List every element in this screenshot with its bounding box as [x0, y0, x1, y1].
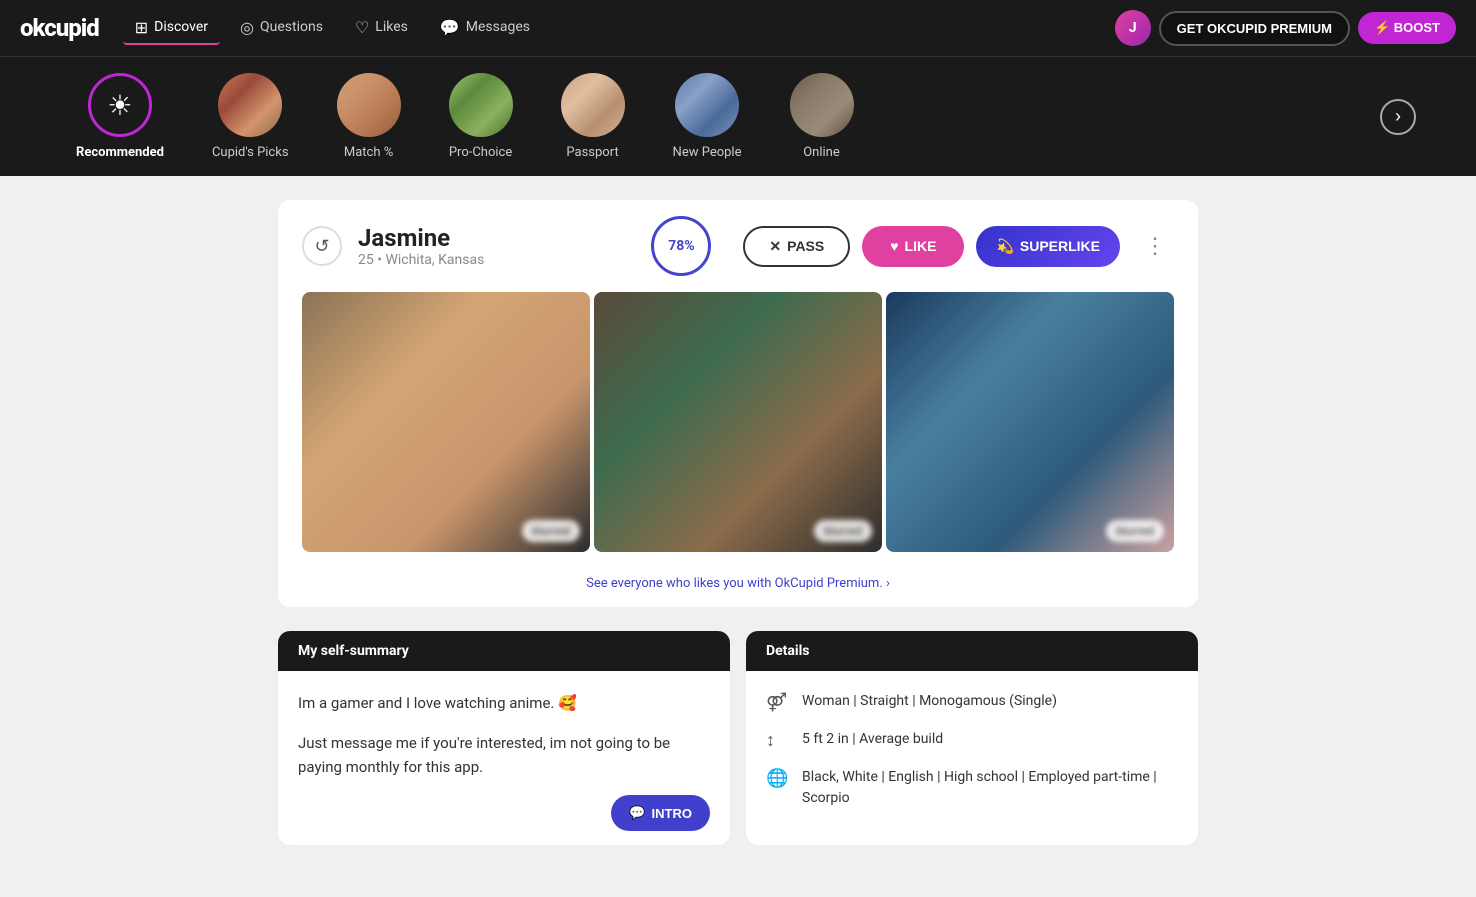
category-cupids-picks[interactable]: Cupid's Picks [196, 65, 305, 168]
pass-label: PASS [787, 238, 824, 254]
intro-label: INTRO [652, 806, 692, 821]
detail-row-height: ↕ 5 ft 2 in | Average build [766, 729, 1178, 751]
like-heart-icon: ♥ [890, 238, 898, 254]
nav-questions-label: Questions [260, 19, 323, 35]
category-pro-choice[interactable]: Pro-Choice [433, 65, 529, 168]
summary-line-1: Im a gamer and I love watching anime. 🥰 [298, 691, 710, 715]
height-text: 5 ft 2 in | Average build [802, 729, 943, 750]
cupids-picks-icon-wrap [218, 73, 282, 137]
category-recommended-label: Recommended [76, 145, 164, 160]
category-new-people-label: New People [673, 145, 742, 160]
category-online[interactable]: Online [774, 65, 870, 168]
like-button[interactable]: ♥ LIKE [862, 226, 964, 267]
superlike-button[interactable]: 💫 SUPERLIKE [976, 226, 1120, 267]
messages-icon: 💬 [440, 18, 460, 37]
undo-button[interactable]: ↺ [302, 226, 342, 266]
profile-age: 25 [358, 252, 374, 268]
profile-card: ↺ Jasmine 25 • Wichita, Kansas 78% ✕ PAS… [278, 200, 1198, 607]
nav-questions[interactable]: ◎ Questions [228, 12, 335, 45]
self-summary-body: Im a gamer and I love watching anime. 🥰 … [278, 671, 730, 815]
profile-name: Jasmine [358, 224, 635, 252]
self-summary-header: My self-summary [278, 631, 730, 671]
category-cupids-picks-label: Cupid's Picks [212, 145, 289, 160]
app-logo: okcupid [20, 14, 99, 42]
match-percent: 78% [668, 238, 694, 254]
profile-name-wrap: Jasmine 25 • Wichita, Kansas [358, 224, 635, 268]
profile-details-row: My self-summary Im a gamer and I love wa… [278, 631, 1198, 845]
photo-tag-2: blurred [814, 520, 872, 542]
intro-button[interactable]: 💬 INTRO [611, 795, 710, 831]
questions-icon: ◎ [240, 18, 254, 37]
profile-location: Wichita, Kansas [385, 252, 484, 268]
superlike-icon: 💫 [996, 238, 1013, 255]
like-label: LIKE [905, 238, 937, 254]
details-body: ⚤ Woman | Straight | Monogamous (Single)… [746, 671, 1198, 845]
category-online-label: Online [803, 145, 840, 160]
intro-chat-icon: 💬 [629, 805, 645, 821]
nav-likes[interactable]: ♡ Likes [343, 12, 420, 45]
boost-button[interactable]: ⚡ BOOST [1358, 12, 1456, 44]
self-summary-card: My self-summary Im a gamer and I love wa… [278, 631, 730, 845]
nav-discover-label: Discover [154, 19, 208, 35]
superlike-label: SUPERLIKE [1020, 238, 1100, 254]
category-new-people[interactable]: New People [657, 65, 758, 168]
premium-button[interactable]: GET OKCUPID PREMIUM [1159, 11, 1350, 46]
pro-choice-icon-wrap [449, 73, 513, 137]
orientation-icon: ⚤ [766, 692, 788, 713]
nav-likes-label: Likes [375, 19, 408, 35]
category-pro-choice-label: Pro-Choice [449, 145, 512, 160]
ethnicity-text: Black, White | English | High school | E… [802, 767, 1178, 809]
discover-icon: ⊞ [135, 18, 148, 37]
match-icon-wrap [337, 73, 401, 137]
passport-icon-wrap [561, 73, 625, 137]
profile-photo-1[interactable]: blurred [302, 292, 590, 552]
category-match[interactable]: Match % [321, 65, 417, 168]
nav-discover[interactable]: ⊞ Discover [123, 12, 220, 45]
profile-photo-3[interactable]: blurred [886, 292, 1174, 552]
nav-messages[interactable]: 💬 Messages [428, 12, 542, 45]
profile-photo-2[interactable]: blurred [594, 292, 882, 552]
details-header: Details [746, 631, 1198, 671]
recommended-icon-wrap: ☀ [88, 73, 152, 137]
new-people-icon-wrap [675, 73, 739, 137]
category-match-label: Match % [344, 145, 393, 160]
globe-icon: 🌐 [766, 768, 788, 789]
premium-likes-link[interactable]: See everyone who likes you with OkCupid … [278, 568, 1198, 607]
action-buttons: ✕ PASS ♥ LIKE 💫 SUPERLIKE [743, 226, 1120, 267]
height-icon: ↕ [766, 730, 788, 751]
likes-icon: ♡ [355, 18, 369, 37]
detail-row-orientation: ⚤ Woman | Straight | Monogamous (Single) [766, 691, 1178, 713]
navbar: okcupid ⊞ Discover ◎ Questions ♡ Likes 💬… [0, 0, 1476, 56]
recommended-icon: ☀ [107, 89, 132, 122]
online-icon-wrap [790, 73, 854, 137]
photo-grid: blurred blurred blurred [278, 292, 1198, 568]
match-circle: 78% [651, 216, 711, 276]
category-bar: ☀ Recommended Cupid's Picks Match % Pro-… [0, 56, 1476, 176]
orientation-text: Woman | Straight | Monogamous (Single) [802, 691, 1057, 712]
detail-row-ethnicity: 🌐 Black, White | English | High school |… [766, 767, 1178, 809]
category-next-button[interactable]: › [1380, 99, 1416, 135]
self-summary-text: Im a gamer and I love watching anime. 🥰 … [298, 691, 710, 779]
photo-tag-1: blurred [522, 520, 580, 542]
category-passport-label: Passport [566, 145, 618, 160]
details-card: Details ⚤ Woman | Straight | Monogamous … [746, 631, 1198, 845]
category-passport[interactable]: Passport [545, 65, 641, 168]
profile-sub: 25 • Wichita, Kansas [358, 252, 635, 268]
pass-button[interactable]: ✕ PASS [743, 226, 850, 267]
photo-tag-3: blurred [1106, 520, 1164, 542]
summary-line-2: Just message me if you're interested, im… [298, 731, 710, 779]
nav-messages-label: Messages [466, 19, 530, 35]
category-recommended[interactable]: ☀ Recommended [60, 65, 180, 168]
profile-header: ↺ Jasmine 25 • Wichita, Kansas 78% ✕ PAS… [278, 200, 1198, 292]
more-options-button[interactable]: ⋮ [1136, 229, 1174, 263]
user-avatar[interactable]: J [1115, 10, 1151, 46]
pass-x-icon: ✕ [769, 238, 781, 255]
main-content: ↺ Jasmine 25 • Wichita, Kansas 78% ✕ PAS… [258, 200, 1218, 845]
